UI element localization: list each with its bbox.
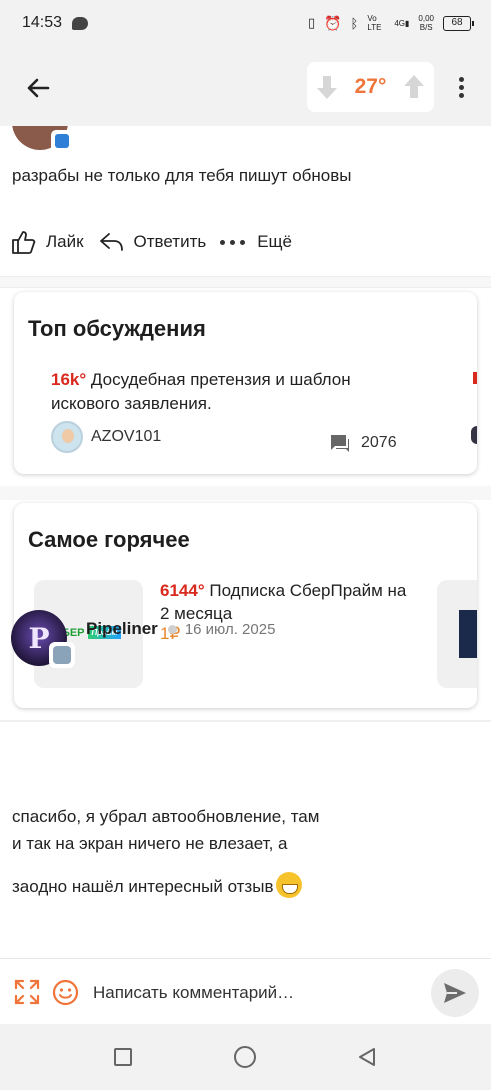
hottest-card: Самое горячее СБЕР Прайм 6144° Подписка … [14, 503, 477, 708]
comments-count: 2076 [361, 434, 397, 451]
send-icon [444, 983, 466, 1003]
divider [0, 276, 491, 288]
comment-text: разрабы не только для тебя пишут обновы [12, 166, 352, 185]
top-app-bar: 27° [0, 50, 491, 126]
comment-line: заодно нашёл интересный отзыв [12, 877, 274, 896]
signal-label: 4G [394, 18, 406, 28]
separator-dot [167, 624, 177, 634]
user-level-badge [51, 130, 73, 152]
user-level-badge [49, 642, 75, 668]
thumb-up-icon [12, 231, 36, 254]
next-deal-peek[interactable] [437, 580, 477, 688]
recents-button[interactable] [114, 1048, 132, 1066]
emoji-icon[interactable] [52, 979, 79, 1006]
comment-line-with-emoji: заодно нашёл интересный отзыв [12, 872, 303, 901]
discussion-title: Досудебная претензия и шаблон искового з… [51, 370, 351, 413]
section-title: Самое горячее [28, 527, 190, 552]
comment-input-bar: Написать комментарий… [0, 958, 491, 1024]
comment-actions: Лайк Ответить Ещё [10, 228, 306, 256]
top-discussions-card: Топ обсуждения 16k° Досудебная претензия… [14, 292, 477, 474]
message-notification-icon [72, 17, 88, 30]
reply-icon [99, 233, 123, 251]
comment-date: 16 июл. 2025 [184, 620, 276, 638]
author-avatar [51, 421, 83, 453]
temperature: 27° [354, 75, 387, 98]
net-speed-value: 0,00 [418, 14, 434, 23]
expand-icon[interactable] [14, 979, 40, 1005]
discussion-comments: 2076 [329, 432, 397, 454]
more-label: Ещё [257, 232, 292, 251]
vote-widget: 27° [307, 62, 434, 112]
back-arrow-icon[interactable] [22, 72, 54, 104]
more-button[interactable]: Ещё [220, 232, 292, 252]
section-title: Топ обсуждения [28, 316, 206, 341]
reply-button[interactable]: Ответить [98, 228, 207, 256]
battery-icon: 68 [443, 15, 474, 31]
grin-emoji-icon [276, 872, 303, 898]
comment-line: спасибо, я убрал автообновление, там [12, 807, 320, 826]
net-speed: 0,00 B/S [418, 14, 434, 32]
more-horiz-icon [220, 239, 246, 245]
system-nav-bar [0, 1024, 491, 1090]
vote-down-icon[interactable] [313, 73, 341, 101]
next-item-avatar-peek [471, 426, 477, 444]
discussion-author[interactable]: AZOV101 [51, 421, 161, 453]
status-icons: ▯ ⏰ ᛒ Vo LTE 4G▮ 0,00 B/S 68 [307, 14, 474, 32]
discussion-rating: 16k° [51, 370, 87, 389]
bluetooth-icon: ᛒ [350, 15, 359, 31]
status-time: 14:53 [22, 14, 63, 31]
net-speed-unit: B/S [419, 23, 433, 32]
vote-up-icon[interactable] [400, 73, 428, 101]
next-item-peek[interactable] [473, 372, 477, 384]
author-name: AZOV101 [91, 428, 162, 445]
comment-line: и так на экран ничего не влезает, а [12, 834, 288, 853]
send-button[interactable] [431, 969, 479, 1017]
more-vert-icon[interactable] [452, 74, 470, 104]
divider [0, 720, 491, 722]
volte-icon: Vo LTE [367, 14, 382, 32]
username[interactable]: Pipeliner [86, 619, 158, 639]
reply-label: Ответить [133, 232, 207, 251]
discussion-link[interactable]: 16k° Досудебная претензия и шаблон исков… [51, 368, 421, 416]
divider [0, 486, 491, 500]
like-label: Лайк [46, 232, 84, 251]
back-nav-button[interactable] [356, 1046, 378, 1068]
signal-icon: 4G▮ [394, 18, 410, 28]
comments-feed: разрабы не только для тебя пишут обновы … [0, 126, 491, 958]
like-button[interactable]: Лайк [10, 228, 84, 256]
status-bar: 14:53 ▯ ⏰ ᛒ Vo LTE 4G▮ 0,00 B/S 68 [0, 0, 491, 50]
comments-icon [331, 435, 349, 452]
alarm-icon: ⏰ [324, 14, 342, 31]
deal-rating: 6144° [160, 581, 205, 600]
home-button[interactable] [234, 1046, 256, 1068]
comment-input[interactable]: Написать комментарий… [93, 983, 294, 1003]
vibrate-icon: ▯ [307, 15, 316, 30]
comment-header: Pipeliner 16 июл. 2025 [86, 619, 275, 639]
